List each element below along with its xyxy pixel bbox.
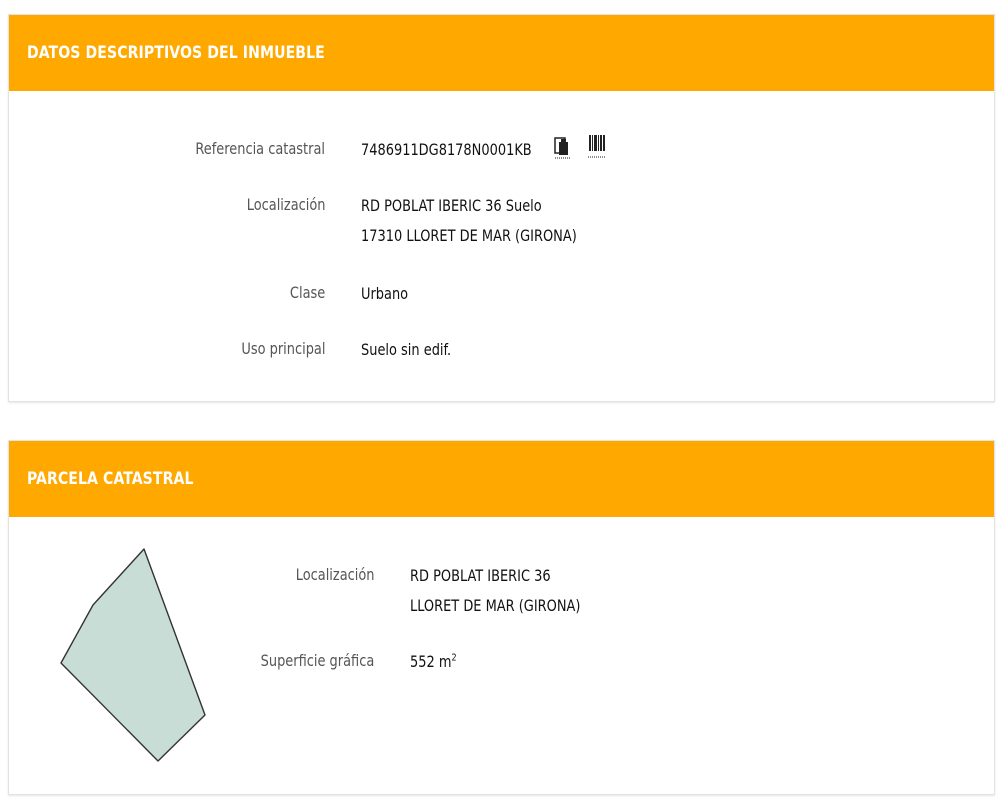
- parcela-localizacion-value: RD POBLAT IBERIC 36 LLORET DE MAR (GIRON…: [410, 561, 580, 621]
- localizacion-line-2: 17310 LLORET DE MAR (GIRONA): [361, 226, 577, 245]
- parcela-localizacion-label: Localización: [295, 565, 374, 584]
- barcode-icon[interactable]: [587, 134, 607, 164]
- parcela-localizacion-line-1: RD POBLAT IBERIC 36: [410, 566, 551, 585]
- localizacion-value: RD POBLAT IBERIC 36 Suelo 17310 LLORET D…: [361, 191, 577, 251]
- datos-descriptivos-header: DATOS DESCRIPTIVOS DEL INMUEBLE: [9, 15, 994, 91]
- parcel-map-image[interactable]: [59, 547, 219, 767]
- parcela-catastral-header: PARCELA CATASTRAL: [9, 441, 994, 517]
- uso-principal-label: Uso principal: [240, 339, 325, 358]
- clase-label: Clase: [289, 283, 325, 302]
- parcela-catastral-title: PARCELA CATASTRAL: [27, 469, 194, 489]
- superficie-grafica-value: 552 m2: [410, 647, 457, 677]
- referencia-catastral-value[interactable]: 7486911DG8178N0001KB: [361, 135, 532, 165]
- referencia-catastral-label: Referencia catastral: [195, 139, 325, 158]
- parcela-catastral-panel: PARCELA CATASTRAL Localización RD POBLAT…: [8, 440, 995, 795]
- parcel-shape: [60, 548, 206, 762]
- uso-principal-value: Suelo sin edif.: [361, 340, 452, 359]
- datos-descriptivos-panel: DATOS DESCRIPTIVOS DEL INMUEBLE Referenc…: [8, 14, 995, 402]
- datos-descriptivos-title: DATOS DESCRIPTIVOS DEL INMUEBLE: [27, 43, 325, 63]
- superficie-number: 552 m: [410, 652, 452, 671]
- clase-value: Urbano: [361, 284, 409, 303]
- superficie-grafica-label: Superficie gráfica: [260, 651, 374, 670]
- copy-icon[interactable]: [554, 136, 572, 164]
- superficie-unit-exponent: 2: [451, 652, 457, 664]
- localizacion-line-1: RD POBLAT IBERIC 36 Suelo: [361, 196, 542, 215]
- localizacion-label: Localización: [246, 195, 325, 214]
- parcela-localizacion-line-2: LLORET DE MAR (GIRONA): [410, 596, 581, 615]
